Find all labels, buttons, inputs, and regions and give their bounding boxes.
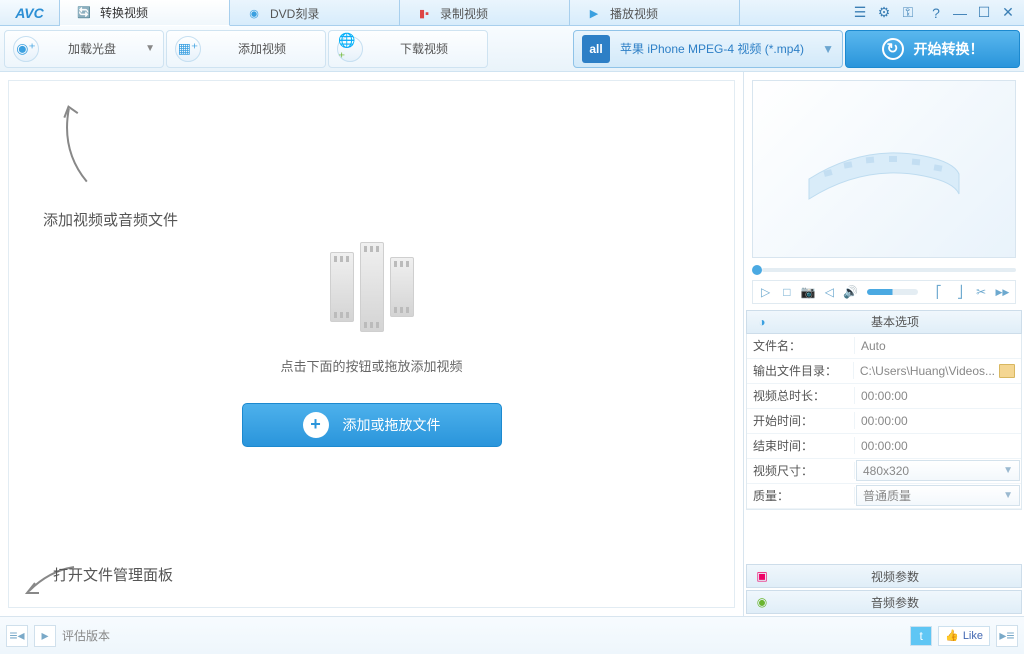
- key-icon[interactable]: ⚿: [898, 4, 918, 22]
- panel-title: 音频参数: [777, 594, 1013, 611]
- window-controls: ☰ ⚙ ⚿ ? — ☐ ✕: [844, 0, 1024, 25]
- scrub-track[interactable]: [762, 268, 1016, 272]
- button-label: 加载光盘: [45, 40, 139, 57]
- snapshot-button[interactable]: 📷: [800, 283, 817, 301]
- main-tabs: 🔄 转换视频 ◉ DVD刻录 ▮▪ 录制视频 ▶ 播放视频: [60, 0, 844, 25]
- drop-zone[interactable]: 添加视频或音频文件 点击下面的按钮或拖放添加视频 + 添加或拖放文件 打开文件管…: [8, 80, 735, 608]
- preview-pane: [752, 80, 1016, 258]
- tab-record[interactable]: ▮▪ 录制视频: [400, 0, 570, 26]
- tab-label: 播放视频: [610, 5, 658, 22]
- prop-key: 文件名：: [747, 337, 855, 354]
- tab-dvd[interactable]: ◉ DVD刻录: [230, 0, 400, 26]
- tab-convert[interactable]: 🔄 转换视频: [60, 0, 230, 26]
- play-icon: ▶: [586, 5, 602, 21]
- button-label: 下载视频: [369, 40, 479, 57]
- format-label: 苹果 iPhone MPEG-4 视频 (*.mp4): [620, 40, 812, 57]
- audio-icon: ◉: [755, 595, 769, 609]
- end-time-value[interactable]: 00:00:00: [855, 439, 1021, 453]
- download-video-button[interactable]: 🌐⁺ 下载视频: [328, 30, 488, 68]
- prop-key: 视频尺寸：: [747, 462, 855, 479]
- video-size-select[interactable]: 480x320▼: [856, 460, 1020, 481]
- prop-key: 质量：: [747, 487, 855, 504]
- stop-button[interactable]: □: [778, 283, 795, 301]
- scrub-handle[interactable]: [752, 265, 762, 275]
- start-convert-button[interactable]: ↻ 开始转换！: [845, 30, 1020, 68]
- panel-prev-button[interactable]: ≡◂: [6, 625, 28, 647]
- player-controls: ▷ □ 📷 ◁ 🔊 ⎡ ⎦ ✂ ▶▶: [752, 280, 1016, 304]
- hint-arrow-icon: [38, 95, 103, 192]
- tab-play[interactable]: ▶ 播放视频: [570, 0, 740, 26]
- cut-button[interactable]: ✂: [973, 283, 990, 301]
- hint-add-files: 添加视频或音频文件: [43, 209, 178, 230]
- audio-params-header[interactable]: ◉ 音频参数: [746, 590, 1022, 614]
- mark-in-button[interactable]: ⎡: [930, 283, 947, 301]
- add-files-button[interactable]: + 添加或拖放文件: [242, 403, 502, 447]
- chevron-down-icon[interactable]: ▼: [145, 43, 155, 54]
- prop-key: 开始时间：: [747, 412, 855, 429]
- hint-open-panel: 打开文件管理面板: [53, 564, 173, 585]
- play-button[interactable]: ▷: [757, 283, 774, 301]
- filmstrip-3d-icon: [804, 124, 964, 214]
- prev-button[interactable]: ◁: [821, 283, 838, 301]
- minimize-icon[interactable]: —: [950, 4, 970, 22]
- panel-collapse-button[interactable]: ▸≡: [996, 625, 1018, 647]
- button-label: 开始转换！: [914, 39, 984, 59]
- status-text: 评估版本: [62, 627, 904, 644]
- film-plus-icon: ▦⁺: [175, 36, 201, 62]
- basic-options-table: 文件名：Auto 输出文件目录：C:\Users\Huang\Videos...…: [746, 334, 1022, 510]
- folder-icon[interactable]: [999, 364, 1015, 378]
- basic-options-header[interactable]: ◑ 基本选项: [746, 310, 1022, 334]
- tab-label: 转换视频: [100, 4, 148, 21]
- video-icon: ▣: [755, 569, 769, 583]
- filename-value[interactable]: Auto: [855, 339, 1021, 353]
- panel-next-button[interactable]: ▸: [34, 625, 56, 647]
- more-button[interactable]: ▶▶: [994, 283, 1011, 301]
- panel-title: 基本选项: [777, 313, 1013, 330]
- all-formats-icon: all: [582, 35, 610, 63]
- close-icon[interactable]: ✕: [998, 4, 1018, 22]
- disc-plus-icon: ◉⁺: [13, 36, 39, 62]
- maximize-icon[interactable]: ☐: [974, 4, 994, 22]
- quality-select[interactable]: 普通质量▼: [856, 485, 1020, 506]
- mark-out-button[interactable]: ⎦: [951, 283, 968, 301]
- prop-key: 结束时间：: [747, 437, 855, 454]
- button-label: 添加视频: [207, 40, 317, 57]
- record-icon: ▮▪: [416, 5, 432, 21]
- globe-plus-icon: 🌐⁺: [337, 36, 363, 62]
- start-time-value[interactable]: 00:00:00: [855, 414, 1021, 428]
- prop-key: 输出文件目录：: [747, 362, 854, 379]
- button-label: 添加或拖放文件: [343, 415, 441, 435]
- disc-icon: ◉: [246, 5, 262, 21]
- chevron-down-icon[interactable]: ▼: [1003, 465, 1013, 476]
- globe-icon: ◑: [755, 315, 769, 329]
- scrub-bar[interactable]: [752, 264, 1016, 277]
- volume-icon[interactable]: 🔊: [842, 283, 859, 301]
- chevron-down-icon[interactable]: ▼: [822, 42, 834, 56]
- add-video-button[interactable]: ▦⁺ 添加视频: [166, 30, 326, 68]
- twitter-button[interactable]: t: [910, 626, 932, 646]
- drop-instruction: 点击下面的按钮或拖放添加视频: [280, 356, 462, 375]
- duration-value: 00:00:00: [855, 389, 1021, 403]
- load-disc-button[interactable]: ◉⁺ 加载光盘 ▼: [4, 30, 164, 68]
- outdir-value[interactable]: C:\Users\Huang\Videos...: [854, 364, 1021, 378]
- prop-key: 视频总时长：: [747, 387, 855, 404]
- facebook-like-button[interactable]: 👍Like: [938, 626, 990, 646]
- video-params-header[interactable]: ▣ 视频参数: [746, 564, 1022, 588]
- app-logo: AVC: [0, 0, 60, 25]
- film-strips-icon: [322, 242, 422, 332]
- chevron-down-icon[interactable]: ▼: [1003, 490, 1013, 501]
- panel-title: 视频参数: [777, 568, 1013, 585]
- refresh-icon: ↻: [882, 38, 904, 60]
- plus-icon: +: [303, 412, 329, 438]
- help-icon[interactable]: ?: [926, 4, 946, 22]
- tab-label: 录制视频: [440, 5, 488, 22]
- gear-icon[interactable]: ⚙: [874, 4, 894, 22]
- output-format-selector[interactable]: all 苹果 iPhone MPEG-4 视频 (*.mp4) ▼: [573, 30, 843, 68]
- volume-slider[interactable]: [867, 289, 918, 295]
- refresh-icon: 🔄: [76, 5, 92, 21]
- menu-icon[interactable]: ☰: [850, 4, 870, 22]
- tab-label: DVD刻录: [270, 5, 319, 22]
